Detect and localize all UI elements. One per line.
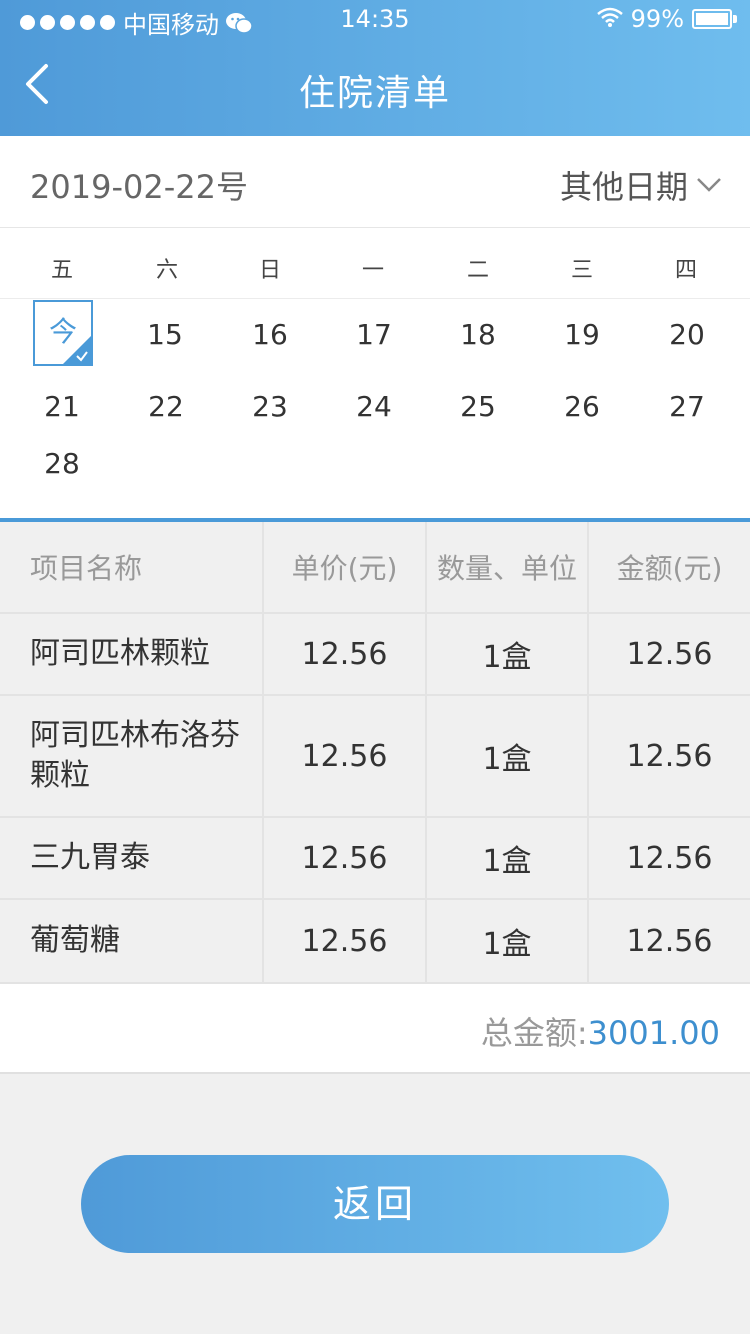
calendar-day[interactable]: 17 [322, 318, 426, 351]
battery-label: 99% [630, 5, 684, 33]
table-row: 三九胃泰 12.56 1盒 12.56 [0, 818, 750, 900]
calendar-day[interactable]: 22 [114, 390, 218, 423]
status-right: 99% [596, 5, 737, 33]
return-button[interactable]: 返回 [81, 1155, 669, 1253]
item-amount: 12.56 [626, 923, 713, 959]
calendar-day[interactable]: 21 [10, 390, 114, 423]
page-title: 住院清单 [298, 73, 451, 114]
total-summary: 总金额:3001.00 [481, 1008, 720, 1054]
item-name: 阿司匹林颗粒 [0, 614, 264, 694]
calendar-day[interactable]: 26 [530, 390, 634, 423]
header-unit-price: 单价(元) [264, 522, 427, 612]
calendar-day[interactable]: 20 [635, 318, 739, 351]
table-header-row: 项目名称 单价(元) 数量、单位 金额(元) [0, 522, 750, 614]
calendar-day[interactable]: 25 [426, 390, 530, 423]
table-row: 阿司匹林颗粒 12.56 1盒 12.56 [0, 614, 750, 696]
app-header: 中国移动 14:35 99% 住院清单 [0, 0, 750, 136]
total-bar: 总金额:3001.00 [0, 984, 750, 1074]
weekday-label: 五 [50, 258, 73, 283]
calendar-day[interactable]: 24 [322, 390, 426, 423]
total-amount: 3001.00 [587, 1014, 720, 1052]
calendar-day[interactable]: 27 [635, 390, 739, 423]
total-label: 总金额: [480, 1014, 588, 1052]
calendar-today[interactable]: 今 [33, 300, 93, 366]
calendar-day[interactable]: 19 [530, 318, 634, 351]
weekday-label: 日 [258, 258, 281, 283]
table-row: 阿司匹林布洛芬颗粒 12.56 1盒 12.56 [0, 696, 750, 818]
item-name: 三九胃泰 [0, 818, 264, 898]
check-icon [76, 351, 88, 362]
weekday-header: 五 六 日 一 二 三 四 [0, 228, 750, 299]
header-amount: 金额(元) [616, 552, 723, 585]
date-bar: 2019-02-22号 其他日期 [0, 136, 750, 228]
item-qty: 1盒 [427, 614, 589, 694]
item-price: 12.56 [264, 696, 427, 816]
item-price: 12.56 [264, 900, 427, 982]
weekday-label: 四 [674, 258, 697, 283]
item-name: 阿司匹林布洛芬颗粒 [0, 696, 264, 816]
item-qty: 1盒 [427, 818, 589, 898]
table-row: 葡萄糖 12.56 1盒 12.56 [0, 900, 750, 984]
calendar-day[interactable]: 15 [113, 318, 217, 351]
weekday-label: 一 [361, 258, 384, 283]
header-item-name: 项目名称 [0, 522, 264, 612]
item-amount: 12.56 [626, 840, 713, 876]
calendar-day[interactable]: 28 [10, 447, 114, 480]
header-quantity: 数量、单位 [427, 522, 589, 612]
chevron-down-icon [697, 178, 721, 192]
item-price: 12.56 [264, 614, 427, 694]
other-date-button[interactable]: 其他日期 [560, 162, 722, 208]
item-price: 12.56 [264, 818, 427, 898]
item-amount: 12.56 [626, 738, 713, 774]
calendar-day[interactable]: 18 [426, 318, 530, 351]
wifi-icon [596, 5, 623, 33]
item-amount: 12.56 [626, 636, 713, 672]
calendar: 五 六 日 一 二 三 四 今 15 16 17 18 19 20 21 22 … [0, 228, 750, 518]
battery-icon [692, 9, 737, 29]
selected-date: 2019-02-22号 [30, 168, 248, 206]
item-qty: 1盒 [427, 696, 589, 816]
weekday-label: 三 [570, 258, 593, 283]
weekday-label: 六 [155, 258, 178, 283]
weekday-label: 二 [466, 258, 489, 283]
calendar-day[interactable]: 23 [218, 390, 322, 423]
calendar-day[interactable]: 16 [218, 318, 322, 351]
other-date-label: 其他日期 [559, 168, 688, 206]
item-qty: 1盒 [427, 900, 589, 982]
status-bar: 中国移动 14:35 99% [0, 0, 750, 40]
item-name: 葡萄糖 [0, 900, 264, 982]
